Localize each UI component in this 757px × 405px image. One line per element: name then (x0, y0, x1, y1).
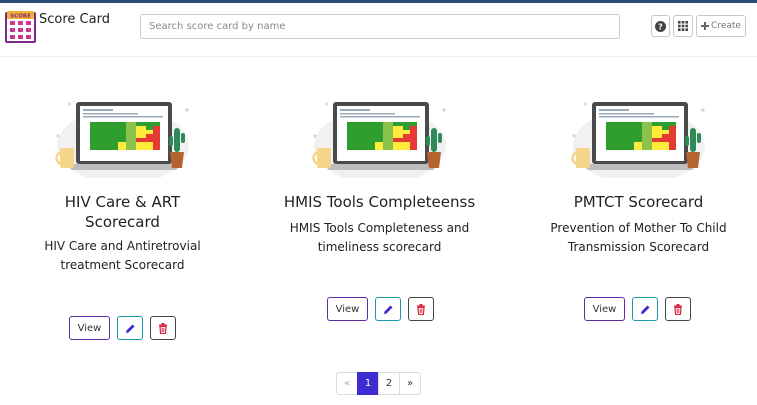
view-button[interactable]: View (69, 316, 110, 340)
pagination-next[interactable]: » (399, 372, 421, 395)
delete-button[interactable] (408, 297, 434, 321)
edit-button[interactable] (375, 297, 401, 321)
view-button[interactable]: View (327, 297, 368, 321)
apps-button[interactable] (673, 15, 693, 37)
card-description-line2: timeliness scorecard (317, 240, 442, 254)
pagination-prev[interactable]: « (336, 372, 358, 395)
trash-icon (417, 303, 425, 315)
card-title-line2: Scorecard (85, 213, 160, 231)
search-input[interactable] (140, 14, 620, 39)
pencil-icon (125, 324, 134, 333)
pagination-page-1[interactable]: 1 (357, 372, 379, 395)
svg-text:?: ? (658, 22, 663, 31)
pencil-icon (383, 305, 392, 314)
plus-icon (701, 22, 710, 30)
card-description: HMIS Tools Completeness and timeliness s… (267, 219, 492, 257)
scorecard-logo: SCORE (5, 11, 36, 43)
trash-icon (159, 322, 167, 334)
edit-button[interactable] (632, 297, 658, 321)
svg-text:SCORE: SCORE (10, 14, 31, 20)
card-description-line1: HIV Care and Antiretrovial (44, 239, 201, 253)
delete-button[interactable] (665, 297, 691, 321)
card-description: Prevention of Mother To Child Transmissi… (526, 219, 751, 257)
help-button[interactable]: ? (651, 15, 670, 37)
scorecard-illustration (54, 100, 190, 178)
app-header: SCORE Score Card ? Create (0, 3, 757, 57)
card-actions: View (327, 297, 434, 321)
card-actions: View (584, 297, 691, 321)
scorecard-illustration (311, 100, 447, 178)
scorecard-illustration (570, 100, 706, 178)
pagination-page-2[interactable]: 2 (378, 372, 400, 395)
scorecard-card-pmtct: PMTCT Scorecard Prevention of Mother To … (516, 80, 757, 254)
card-title: HIV Care & ART Scorecard (0, 192, 245, 232)
card-description-line2: treatment Scorecard (60, 258, 185, 272)
scorecard-card-hmis: HMIS Tools Completeenss HMIS Tools Compl… (257, 80, 502, 254)
apps-grid-icon (678, 21, 688, 31)
card-description: HIV Care and Antiretrovial treatment Sco… (10, 237, 235, 275)
card-description-line1: HMIS Tools Completeness and (289, 221, 470, 235)
card-description-line1: Prevention of Mother To Child (550, 221, 727, 235)
edit-button[interactable] (117, 316, 143, 340)
pencil-icon (640, 305, 649, 314)
app-title: Score Card (39, 12, 110, 27)
create-button[interactable]: Create (696, 15, 746, 37)
card-title: HMIS Tools Completeenss (283, 193, 476, 211)
pagination: « 1 2 » (336, 372, 421, 395)
view-button[interactable]: View (584, 297, 625, 321)
trash-icon (674, 303, 682, 315)
card-title: PMTCT Scorecard (573, 193, 704, 211)
scorecard-card-hiv: HIV Care & ART Scorecard HIV Care and An… (0, 80, 245, 272)
help-icon: ? (655, 20, 666, 32)
delete-button[interactable] (150, 316, 176, 340)
card-title-line1: HIV Care & ART (64, 193, 181, 211)
create-label: Create (711, 21, 741, 31)
card-actions: View (69, 316, 176, 340)
card-description-line2: Transmission Scorecard (567, 240, 710, 254)
